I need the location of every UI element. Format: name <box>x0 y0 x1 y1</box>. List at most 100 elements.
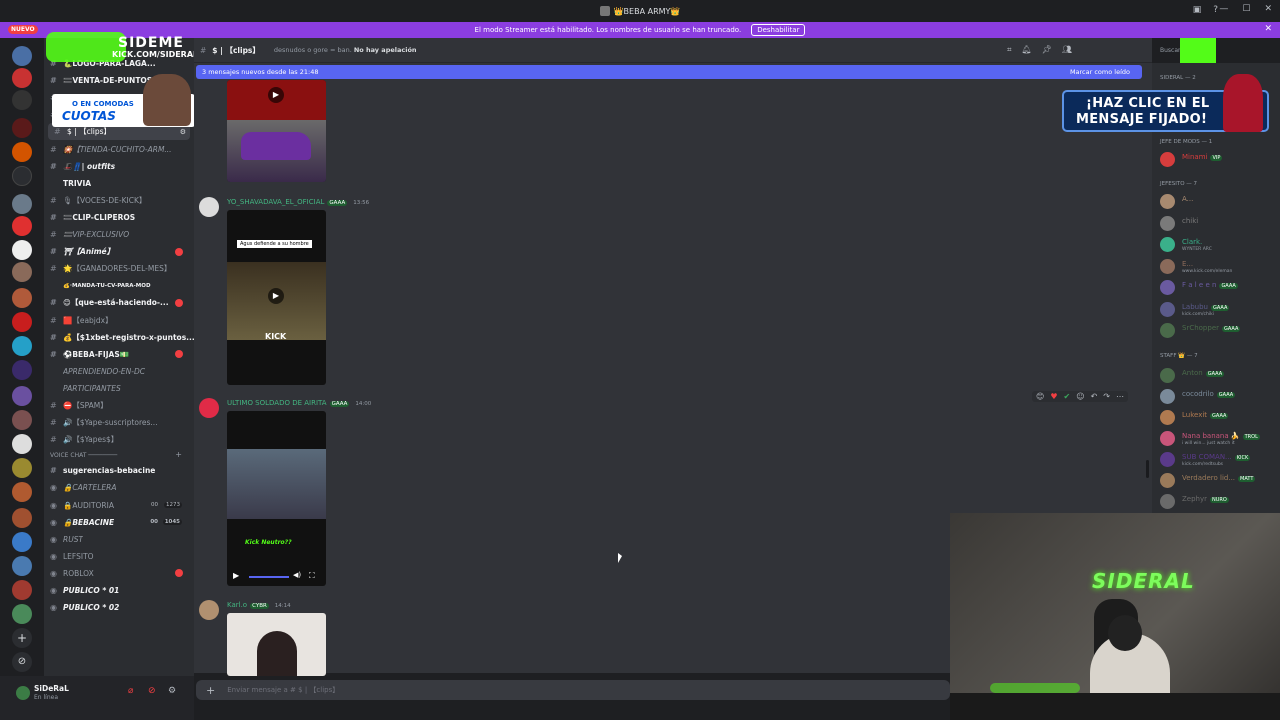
avatar[interactable] <box>199 600 219 620</box>
server-icon-9[interactable] <box>12 240 32 260</box>
video-player[interactable]: Kick Neutro?? ▶ ◀) ⛶ <box>227 411 326 586</box>
new-messages-bar[interactable]: 3 mensajes nuevos desde las 21:48 Marcar… <box>196 65 1142 79</box>
play-icon[interactable]: ▶ <box>268 288 284 304</box>
server-icon-15[interactable] <box>12 386 32 406</box>
settings-gear-icon[interactable]: ⚙ <box>168 686 176 696</box>
channel-item[interactable]: # 🌟【GANADORES-DEL-MES】 <box>44 260 194 277</box>
add-channel-icon[interactable]: + <box>175 450 182 459</box>
server-icon-20[interactable] <box>12 508 32 528</box>
forward-icon[interactable]: ↷ <box>1103 392 1110 401</box>
video-thumbnail[interactable]: ▶ <box>227 80 326 182</box>
member-item[interactable]: chiki <box>1158 213 1278 233</box>
message-author[interactable]: Karl.o CYBR 14:14 <box>227 601 291 609</box>
channel-item[interactable]: # 🟰CLIP-CLIPEROS <box>44 209 194 226</box>
server-icon-1[interactable] <box>12 46 32 66</box>
voice-channel-item[interactable]: ◉ 🔒CARTELERA <box>44 479 194 496</box>
server-icon-6[interactable] <box>12 166 32 186</box>
server-icon-8[interactable] <box>12 216 32 236</box>
message-author[interactable]: YO_SHAVADAVA_EL_OFICIAL GAAA 13:56 <box>227 198 369 206</box>
server-icon-16[interactable] <box>12 410 32 430</box>
member-item[interactable]: SrChopper GAAA <box>1158 320 1278 340</box>
mark-read-button[interactable]: Marcar como leído <box>1070 68 1130 76</box>
add-attachment-icon[interactable]: + <box>206 684 215 697</box>
emoji-reaction-icon[interactable]: 😊 <box>1036 392 1044 401</box>
voice-channel-item[interactable]: ◉ ROBLOX <box>44 565 194 582</box>
member-item[interactable]: Anton GAAA <box>1158 365 1278 385</box>
add-reaction-icon[interactable]: ☺ <box>1076 392 1084 401</box>
voice-channel-item[interactable]: ◉ 🔒BEBACINE 1045 00 <box>44 514 194 531</box>
member-item[interactable]: A... <box>1158 191 1278 211</box>
voice-channel-item[interactable]: ◉ 🔒AUDITORIA 1273 00 <box>44 497 194 514</box>
member-item[interactable]: Labubu GAAA kick.com/chiki <box>1158 299 1278 319</box>
help-icon[interactable]: ? <box>1213 5 1218 15</box>
server-icon-21[interactable] <box>12 532 32 552</box>
members-icon[interactable]: 👥︎ <box>1062 45 1072 55</box>
check-reaction-icon[interactable]: ✔ <box>1064 392 1071 401</box>
video-thumbnail[interactable] <box>227 613 326 676</box>
play-icon[interactable]: ▶ <box>268 87 284 103</box>
video-thumbnail[interactable]: Agus defiende a su hombre KICK ▶ <box>227 210 326 385</box>
server-icon-22[interactable] <box>12 556 32 576</box>
server-icon-19[interactable] <box>12 482 32 502</box>
channel-item[interactable]: # ⛔【SPAM】 <box>44 397 194 414</box>
channel-item[interactable]: # 🔊【$Yapes$】 <box>44 431 194 448</box>
message-input[interactable]: + Enviar mensaje a # $ | 【clips】 <box>196 680 950 700</box>
avatar[interactable] <box>16 686 30 700</box>
member-item[interactable]: Lukexit GAAA <box>1158 407 1278 427</box>
disable-streamer-button[interactable]: Deshabilitar <box>751 24 806 36</box>
member-item[interactable]: E... www.kick.com/eleman <box>1158 256 1278 276</box>
server-icon-13[interactable] <box>12 336 32 356</box>
add-server-icon[interactable]: + <box>12 628 32 648</box>
channel-item[interactable]: APRENDIENDO-EN-DC <box>44 363 194 380</box>
server-icon-10[interactable] <box>12 262 32 282</box>
member-item[interactable]: Clark. WYNTER ARC <box>1158 234 1278 254</box>
channel-item[interactable]: # 🎇【TIENDA-CUCHITO-ARM... <box>44 141 194 158</box>
message-author[interactable]: ULTIMO SOLDADO DE AIRITA GAAA 14:00 <box>227 399 371 407</box>
fullscreen-icon[interactable]: ⛶ <box>309 571 315 581</box>
voice-category[interactable]: VOICE CHAT ──────── <box>50 452 117 459</box>
discover-icon[interactable]: ⊘ <box>12 652 32 672</box>
minimize-button[interactable]: — <box>1219 4 1228 14</box>
voice-channel-item[interactable]: ◉ PUBLICO * 02 <box>44 599 194 616</box>
threads-icon[interactable]: ⌗ <box>1007 45 1012 55</box>
voice-channel-item[interactable]: ◉ RUST <box>44 531 194 548</box>
channel-item[interactable]: 💰·MANDA-TU-CV-PARA-MOD <box>44 277 194 294</box>
channel-item[interactable]: # 🟰VIP-EXCLUSIVO <box>44 226 194 243</box>
server-icon-11[interactable] <box>12 288 32 308</box>
member-item[interactable]: Minami VIP <box>1158 149 1278 169</box>
play-icon[interactable]: ▶ <box>233 571 239 580</box>
voice-channel-item[interactable]: # sugerencias-bebacine <box>44 462 194 479</box>
member-item[interactable]: Verdadero lid... MATT <box>1158 470 1278 490</box>
close-icon[interactable]: ✕ <box>1264 24 1272 34</box>
scrollbar[interactable] <box>1146 460 1149 478</box>
avatar[interactable] <box>199 197 219 217</box>
channel-item[interactable]: # 🎙【VOCES-DE-KICK】 <box>44 192 194 209</box>
avatar[interactable] <box>199 398 219 418</box>
inbox-icon[interactable]: ▣ <box>1193 5 1202 15</box>
channel-item[interactable]: # 🔊【$Yape-suscriptores... <box>44 414 194 431</box>
maximize-button[interactable]: ☐ <box>1242 4 1250 14</box>
member-item[interactable]: F a l e e n GAAA <box>1158 277 1278 297</box>
pin-icon[interactable]: 📌︎ <box>1042 45 1052 55</box>
server-icon-14[interactable] <box>12 360 32 380</box>
voice-channel-item[interactable]: ◉ PUBLICO * 01 <box>44 582 194 599</box>
reply-icon[interactable]: ↶ <box>1091 392 1098 401</box>
server-icon-12[interactable] <box>12 312 32 332</box>
server-icon-5[interactable] <box>12 142 32 162</box>
deafen-icon[interactable]: ⊘ <box>148 686 156 696</box>
close-window-button[interactable]: ✕ <box>1264 4 1272 14</box>
channel-item[interactable]: # ⛩【Animé】 <box>44 243 194 260</box>
server-icon-23[interactable] <box>12 580 32 600</box>
notification-bell-icon[interactable]: 🔔︎ <box>1022 45 1032 55</box>
server-icon-3[interactable] <box>12 90 32 110</box>
volume-icon[interactable]: ◀) <box>293 571 301 579</box>
server-icon-24[interactable] <box>12 604 32 624</box>
member-item[interactable]: SUB COMAN... KICK kick.com/redtsubs <box>1158 449 1278 469</box>
channel-item[interactable]: # ⚽BEBA-FIJAS💵 <box>44 346 194 363</box>
server-icon-7[interactable] <box>12 194 32 214</box>
channel-item[interactable]: # 😊【que-está-haciendo-... <box>44 294 194 311</box>
server-icon-17[interactable] <box>12 434 32 454</box>
member-item[interactable]: Nana banana 🍌 TROL i will win... just watc… <box>1158 428 1278 448</box>
channel-item[interactable]: # 🎩👖| outfits <box>44 158 194 175</box>
voice-channel-item[interactable]: ◉ LEFSITO <box>44 548 194 565</box>
